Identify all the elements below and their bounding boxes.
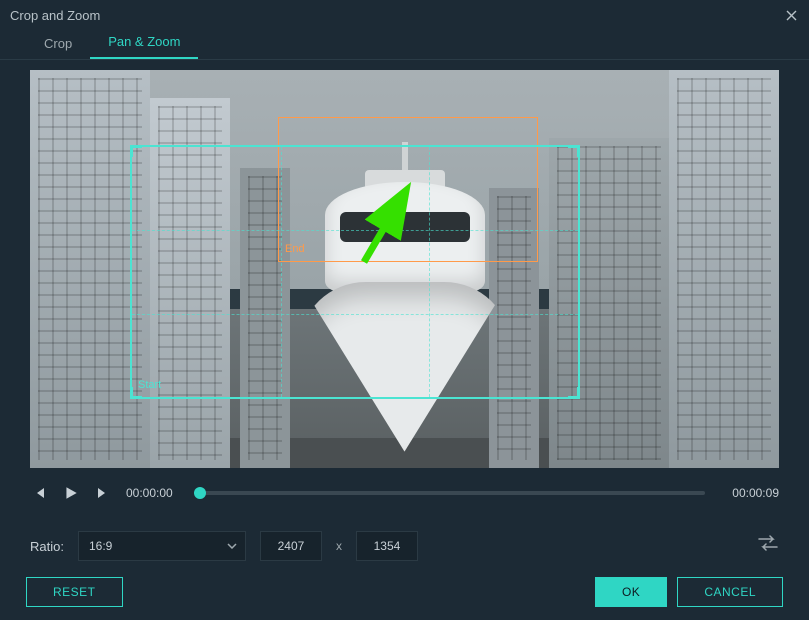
ratio-select[interactable]: 16:9 [78, 531, 246, 561]
height-value: 1354 [374, 539, 401, 553]
reset-button[interactable]: RESET [26, 577, 123, 607]
chevron-down-icon [227, 543, 237, 549]
resize-handle-top-right[interactable] [568, 145, 580, 157]
start-frame-label: Start [138, 379, 161, 391]
window-title: Crop and Zoom [10, 8, 100, 23]
prev-frame-button[interactable] [30, 484, 48, 502]
width-field[interactable]: 2407 [260, 531, 322, 561]
swap-start-end-icon[interactable] [757, 535, 779, 557]
close-icon[interactable] [783, 7, 799, 23]
video-preview[interactable]: End Start [30, 70, 779, 468]
resize-handle-top-left[interactable] [130, 145, 142, 157]
next-frame-button[interactable] [94, 484, 112, 502]
play-button[interactable] [62, 484, 80, 502]
duration-time: 00:00:09 [719, 486, 779, 500]
resize-handle-bottom-right[interactable] [568, 387, 580, 399]
tab-crop[interactable]: Crop [26, 30, 90, 59]
transport-bar: 00:00:00 00:00:09 [30, 472, 779, 514]
cancel-button[interactable]: CANCEL [677, 577, 783, 607]
ratio-row: Ratio: 16:9 2407 x 1354 [30, 524, 779, 568]
current-time: 00:00:00 [126, 486, 186, 500]
ratio-select-value: 16:9 [89, 539, 112, 553]
tab-bar: Crop Pan & Zoom [0, 30, 809, 60]
dimension-separator: x [336, 539, 342, 553]
dialog-footer: RESET OK CANCEL [0, 564, 809, 620]
ratio-label: Ratio: [30, 539, 64, 554]
height-field[interactable]: 1354 [356, 531, 418, 561]
width-value: 2407 [278, 539, 305, 553]
timeline-slider[interactable] [200, 491, 705, 495]
title-bar: Crop and Zoom [0, 0, 809, 30]
start-frame-box[interactable]: Start [130, 145, 580, 399]
tab-pan-and-zoom[interactable]: Pan & Zoom [90, 28, 198, 59]
ok-button[interactable]: OK [595, 577, 667, 607]
timeline-knob[interactable] [194, 487, 206, 499]
